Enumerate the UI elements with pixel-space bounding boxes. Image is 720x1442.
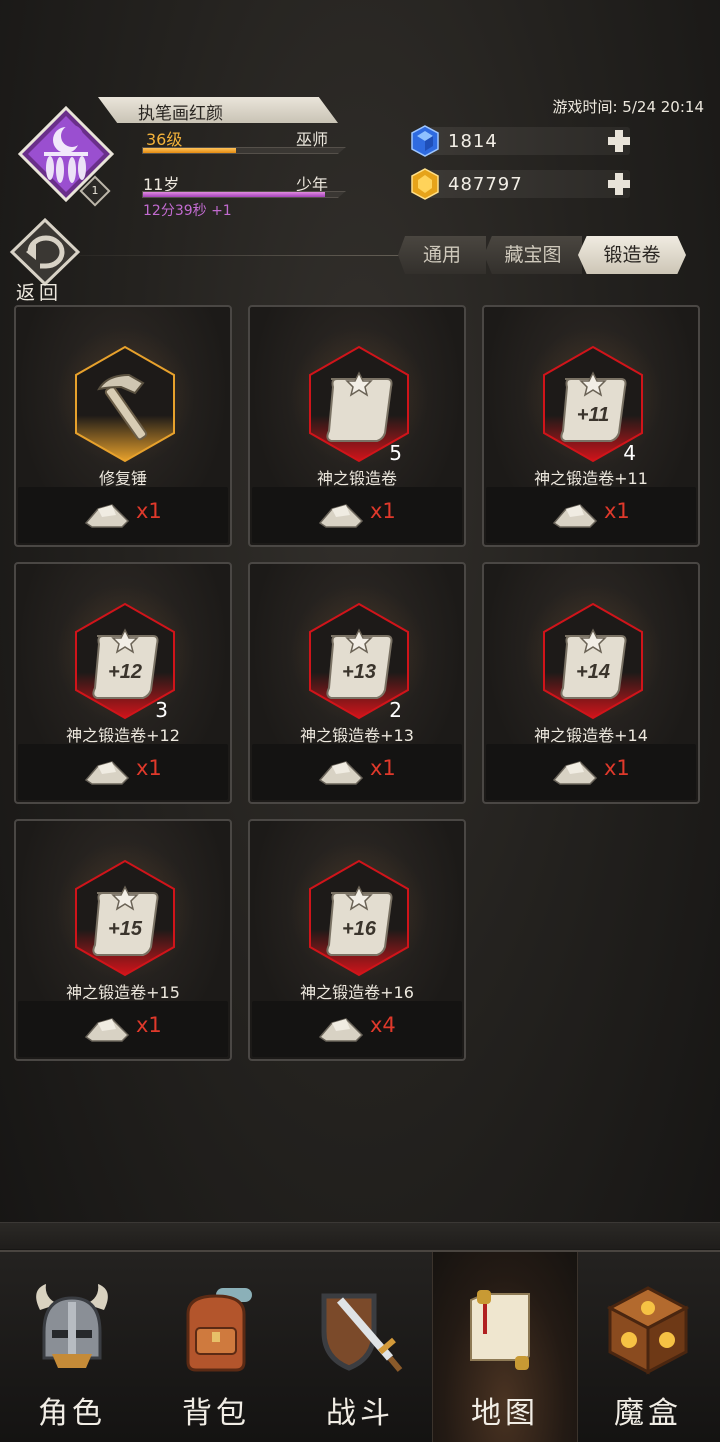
item-name: 神之锻造卷+11 [534,469,648,488]
item-cost-qty: x4 [370,1013,396,1037]
gold-currency: 487797 [411,168,632,200]
ore-icon [552,761,598,785]
hammer-icon [75,345,175,463]
item-name: 神之锻造卷+15 [66,983,180,1002]
svg-text:+13: +13 [342,661,376,683]
nav-battle-label: 战斗 [326,1396,394,1431]
nav-battle[interactable]: 战斗 [288,1252,432,1442]
item-count: 4 [623,441,636,465]
ore-icon [84,1018,130,1042]
item-cost: x1 [18,744,228,800]
sword-shield-icon [321,1293,403,1372]
item-cost-qty: x1 [604,499,630,523]
item-card[interactable]: +15 神之锻造卷+15 x1 [14,819,232,1061]
item-cost: x1 [18,487,228,543]
scroll-icon: +16 [309,859,409,977]
nav-map-label: 地图 [471,1396,539,1431]
nav-map[interactable]: 地图 [432,1252,578,1442]
item-cost: x4 [252,1001,462,1057]
tab-forge-scroll[interactable]: 锻造卷 [578,236,686,274]
svg-text:+12: +12 [108,661,142,683]
item-card[interactable]: +12 3 神之锻造卷+12 x1 [14,562,232,804]
item-name: 神之锻造卷+16 [300,983,414,1002]
item-card[interactable]: +11 4 神之锻造卷+11 x1 [482,305,700,547]
item-name: 神之锻造卷+14 [534,726,648,745]
bottom-nav: 角色 背包 战斗 地图 魔盒 [0,1250,720,1442]
add-gold-plus-icon[interactable] [606,171,632,197]
nav-role-label: 角色 [38,1396,106,1431]
item-count: 2 [389,698,402,722]
blue-gem-icon [411,125,439,157]
item-name: 神之锻造卷+13 [300,726,414,745]
map-scroll-icon [470,1290,530,1370]
add-gems-plus-icon[interactable] [606,128,632,154]
age-progress-fill [143,192,325,197]
item-cost-qty: x1 [604,756,630,780]
gold-gem-icon [411,168,439,200]
scroll-icon: +15 [75,859,175,977]
item-cost-qty: x1 [136,756,162,780]
item-count: 3 [155,698,168,722]
nav-magic-box-label: 魔盒 [614,1396,682,1431]
back-label: 返回 [16,282,63,304]
item-count: 5 [389,441,402,465]
item-name: 神之锻造卷+12 [66,726,180,745]
age-timer: 12分39秒 +1 [143,203,232,219]
ore-icon [552,504,598,528]
age-progress-bar [142,191,346,198]
item-name: 修复锤 [98,469,147,488]
item-cost: x1 [252,744,462,800]
bottom-nav-top-strip [0,1222,720,1249]
item-cost-qty: x1 [136,499,162,523]
level-progress-bar [142,147,346,154]
player-name-plate: 执笔画红颜 [98,97,338,123]
gold-amount: 487797 [448,174,523,195]
item-card[interactable]: +16 神之锻造卷+16 x4 [248,819,466,1061]
ore-icon [318,1018,364,1042]
nav-magic-box[interactable]: 魔盒 [576,1252,720,1442]
ore-icon [318,761,364,785]
item-cost-qty: x1 [370,499,396,523]
nav-role[interactable]: 角色 [0,1252,144,1442]
scroll-icon: +14 [543,602,643,720]
tab-treasure-map[interactable]: 藏宝图 [484,236,582,274]
svg-text:+14: +14 [576,661,610,683]
nav-backpack[interactable]: 背包 [144,1252,288,1442]
magic-box-icon [606,1286,690,1375]
helmet-icon [36,1284,108,1368]
item-card[interactable]: +14 神之锻造卷+14 x1 [482,562,700,804]
backpack-icon [186,1288,252,1372]
tab-general[interactable]: 通用 [398,236,486,274]
class-label: 巫师 [296,130,329,149]
ore-icon [84,761,130,785]
game-time: 游戏时间: 5/24 20:14 [552,98,704,116]
level-progress-fill [143,148,236,153]
level-label: 36级 [146,130,183,149]
svg-text:+16: +16 [342,918,377,940]
svg-text:+11: +11 [577,404,609,426]
gem-currency: 1814 [411,125,632,157]
item-card[interactable]: 5 神之锻造卷 x1 [248,305,466,547]
item-cost-qty: x1 [136,1013,162,1037]
item-card[interactable]: +13 2 神之锻造卷+13 x1 [248,562,466,804]
item-cost: x1 [252,487,462,543]
header-divider [80,255,410,256]
ore-icon [84,504,130,528]
item-card[interactable]: 修复锤 x1 [14,305,232,547]
item-cost-qty: x1 [370,756,396,780]
gem-amount: 1814 [448,131,498,152]
item-cost: x1 [486,744,696,800]
ore-icon [318,504,364,528]
item-cost: x1 [486,487,696,543]
item-cost: x1 [18,1001,228,1057]
player-name: 执笔画红颜 [138,104,223,124]
avatar-level-text: 1 [91,184,99,197]
svg-text:+15: +15 [108,918,143,940]
item-name: 神之锻造卷 [316,469,397,488]
nav-backpack-label: 背包 [182,1396,250,1431]
